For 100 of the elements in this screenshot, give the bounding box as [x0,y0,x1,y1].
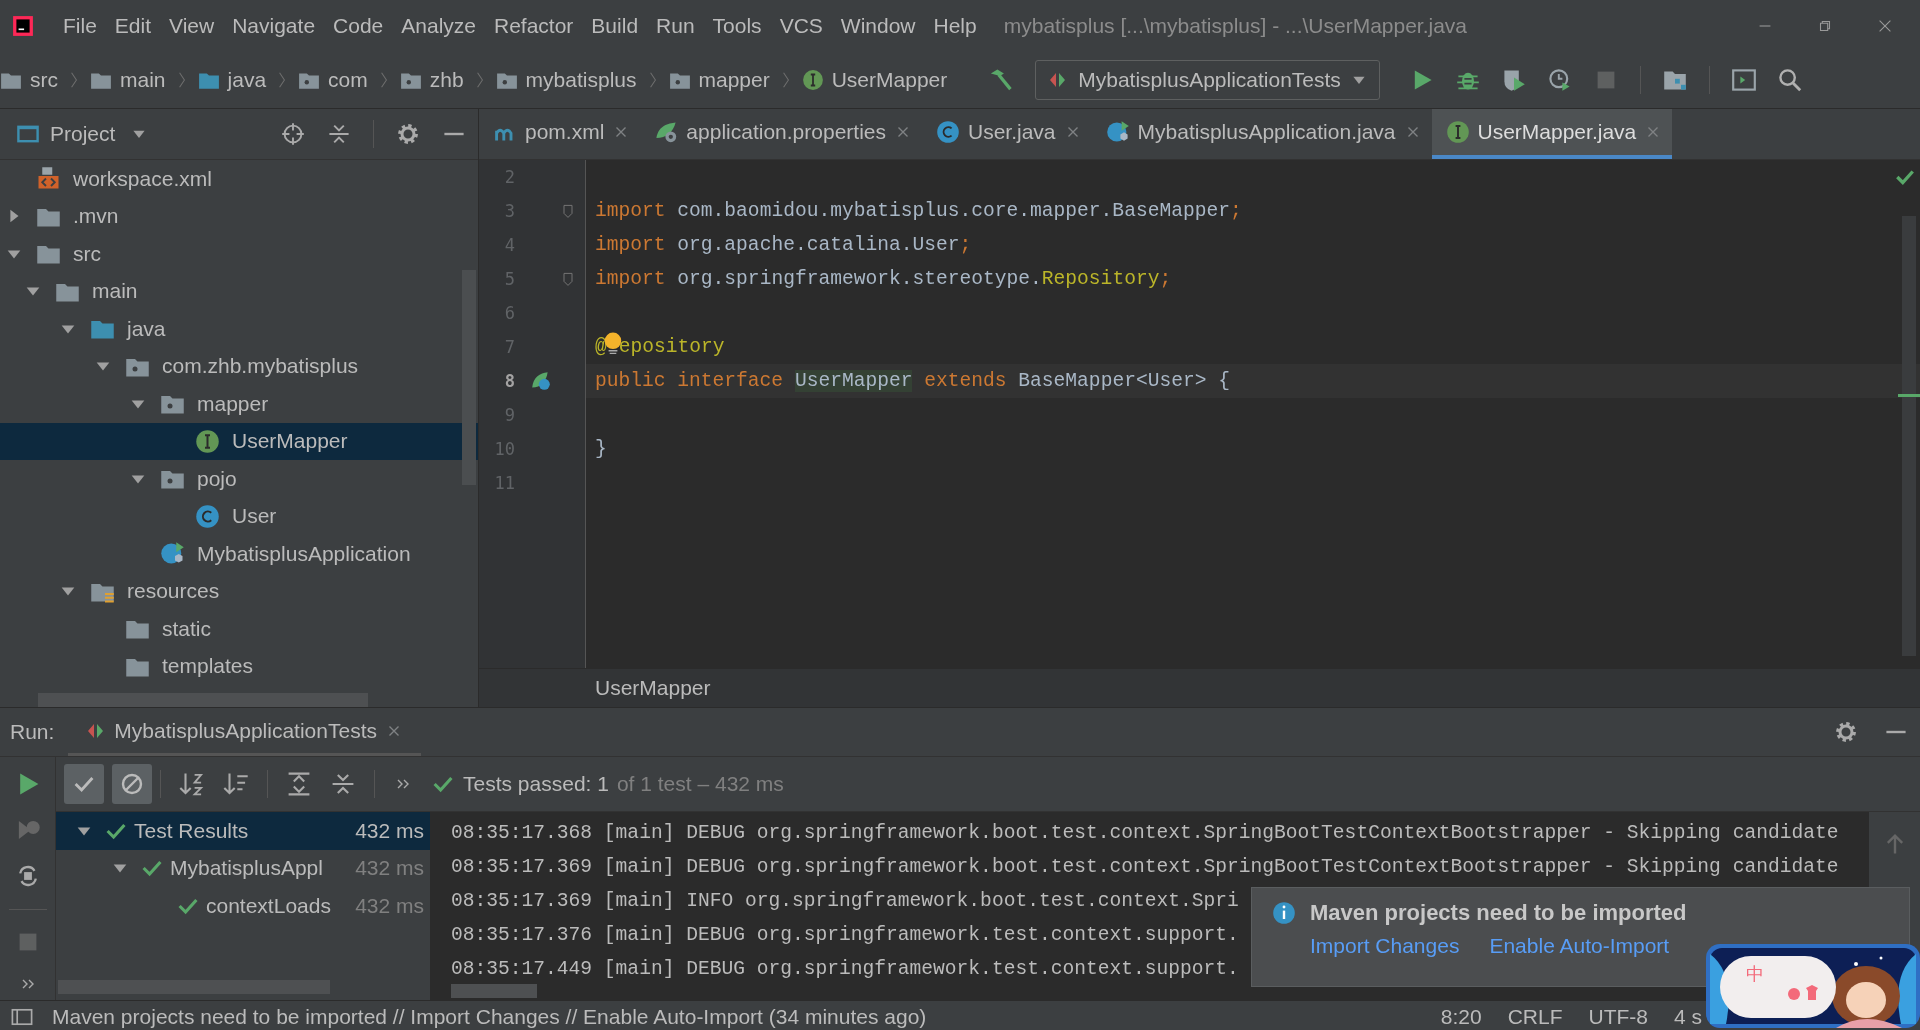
locate-icon[interactable] [281,122,305,146]
editor-tab[interactable]: pom.xml [479,109,641,159]
log-line: 08:35:17.449 [main] DEBUG org.springframework.test.context.support. [451,957,1239,982]
code-text: ; [959,234,972,256]
breadcrumb-item[interactable]: java [193,68,271,92]
breadcrumb-item[interactable]: mapper [664,68,774,92]
info-icon [1272,901,1296,925]
test-result-item[interactable]: contextLoads 432 ms [56,887,430,925]
tree-item[interactable]: User [0,497,478,535]
tree-item[interactable]: pojo [0,460,478,498]
collapse-all-icon[interactable] [330,771,356,797]
breadcrumb-item[interactable]: zhb [395,68,468,92]
breadcrumb-item[interactable]: com [294,68,372,92]
code-text: import [595,200,666,222]
scrollbar[interactable] [451,984,537,998]
notification-link[interactable]: Enable Auto-Import [1489,934,1670,958]
app-logo-icon [12,15,34,37]
log-line: 08:35:17.369 [main] DEBUG org.springframework.boot.test.context.SpringBootTestContextBootstrapper - Skipping candidate [451,855,1839,880]
code-text: ; [1229,200,1242,222]
editor-tab[interactable]: User.java [922,109,1092,159]
code-text: ; [1159,268,1172,290]
tree-item[interactable]: src [0,235,478,273]
test-result-item[interactable]: MybatisplusAppl 432 ms [56,849,430,887]
notification-link[interactable]: Import Changes [1310,934,1460,958]
tree-item[interactable]: MybatisplusApplication [0,535,478,573]
breadcrumb-item[interactable]: main [86,68,170,92]
search-icon[interactable] [1777,68,1802,92]
tree-item[interactable]: java [0,310,478,348]
interface-icon [801,69,824,91]
log-line: 08:35:17.368 [main] DEBUG org.springframework.boot.test.context.SpringBootTestContextBootstrapper - Skipping candidate [451,821,1839,846]
panel-title: Run: [9,720,56,744]
spring-bean-icon [530,370,552,392]
tree-item[interactable]: mapper [0,385,478,423]
run-tab[interactable]: MybatisplusApplicationTests [68,708,421,756]
window-icon[interactable] [1731,68,1756,92]
sort-by-duration-icon[interactable] [223,771,249,797]
sort-alphabetically-icon[interactable] [179,771,205,797]
menu-item[interactable]: Run [647,14,704,38]
spring-app-icon [1105,120,1130,144]
class-icon [195,503,220,529]
settings-icon[interactable] [1834,720,1858,744]
editor-tab[interactable]: MybatisplusApplication.java [1091,109,1432,159]
editor-tab[interactable]: application.properties [640,109,922,159]
menu-item[interactable]: Refactor [485,14,583,38]
test-status: Tests passed: 1 [463,772,609,796]
menu-item[interactable]: VCS [770,14,832,38]
menu-item[interactable]: Analyze [392,14,485,38]
code-text: UserMapper [794,370,913,392]
scrollbar[interactable] [462,270,476,485]
line-number: 8 [503,371,515,391]
code-text: BaseMapper<User> { [1017,370,1230,392]
expand-all-icon[interactable] [286,771,312,797]
collapse-all-icon[interactable] [327,122,351,146]
code-text: import [595,268,666,290]
menu-item[interactable]: Build [582,14,648,38]
project-view-dropdown[interactable]: Project [50,122,148,146]
tree-item[interactable]: resources [0,572,478,610]
test-result-item[interactable]: Test Results 432 ms [56,812,430,850]
status-item[interactable]: 4 s [1674,1005,1702,1029]
menu-item[interactable]: Navigate [223,14,325,38]
code-text: org.springframework.stereotype. [676,268,1042,290]
settings-icon[interactable] [396,122,420,146]
window-title: mybatisplus [...\mybatisplus] - ...\UserMapper.java [1003,14,1468,38]
breadcrumb-item[interactable]: src [0,68,62,92]
tree-item[interactable]: com.zhb.mybatisplus [0,347,478,385]
menu-item[interactable]: Tools [703,14,771,38]
menu-item[interactable]: Window [831,14,925,38]
code-text: extends [923,370,1007,392]
scrollbar[interactable] [1902,216,1916,656]
duration: 432 ms [355,818,425,843]
coverage-icon[interactable] [1501,68,1526,92]
tree-item[interactable]: workspace.xml [0,160,478,198]
log-line: 08:35:17.369 [main] INFO org.springframework.boot.test.context.Spri [451,889,1239,914]
code-text: Repository [1041,268,1160,290]
editor-tab[interactable]: UserMapper.java [1431,109,1673,159]
run-configuration-dropdown[interactable]: MybatisplusApplicationTests [1035,60,1380,100]
tree-item[interactable]: main [0,272,478,310]
fold-marker-icon [560,203,576,219]
menu-item[interactable]: File [54,14,106,38]
fold-marker-icon [560,271,576,287]
breadcrumb-item[interactable]: UserMapper [797,68,952,92]
menu-item[interactable]: Help [924,14,986,38]
tree-item[interactable]: static [0,610,478,648]
breadcrumb-item[interactable]: mybatisplus [491,68,641,92]
menu-item[interactable]: View [160,14,224,38]
filter-toggle[interactable] [112,764,152,804]
tree-item[interactable]: UserMapper [0,422,478,460]
status-item[interactable]: 8:20 [1440,1005,1482,1029]
tree-item[interactable]: templates [0,647,478,685]
breadcrumb-item[interactable]: UserMapper [595,676,711,700]
properties-file-icon [654,120,679,144]
status-item[interactable]: UTF-8 [1588,1005,1648,1029]
filter-toggle[interactable] [64,764,104,804]
menu-item[interactable]: Code [324,14,393,38]
tree-item[interactable]: .mvn [0,197,478,235]
code-text: org.apache.catalina.User [676,234,960,256]
scrollbar[interactable] [38,693,368,707]
menu-item[interactable]: Edit [105,14,161,38]
status-item[interactable]: CRLF [1507,1005,1563,1029]
profiler-icon[interactable] [1547,68,1572,92]
